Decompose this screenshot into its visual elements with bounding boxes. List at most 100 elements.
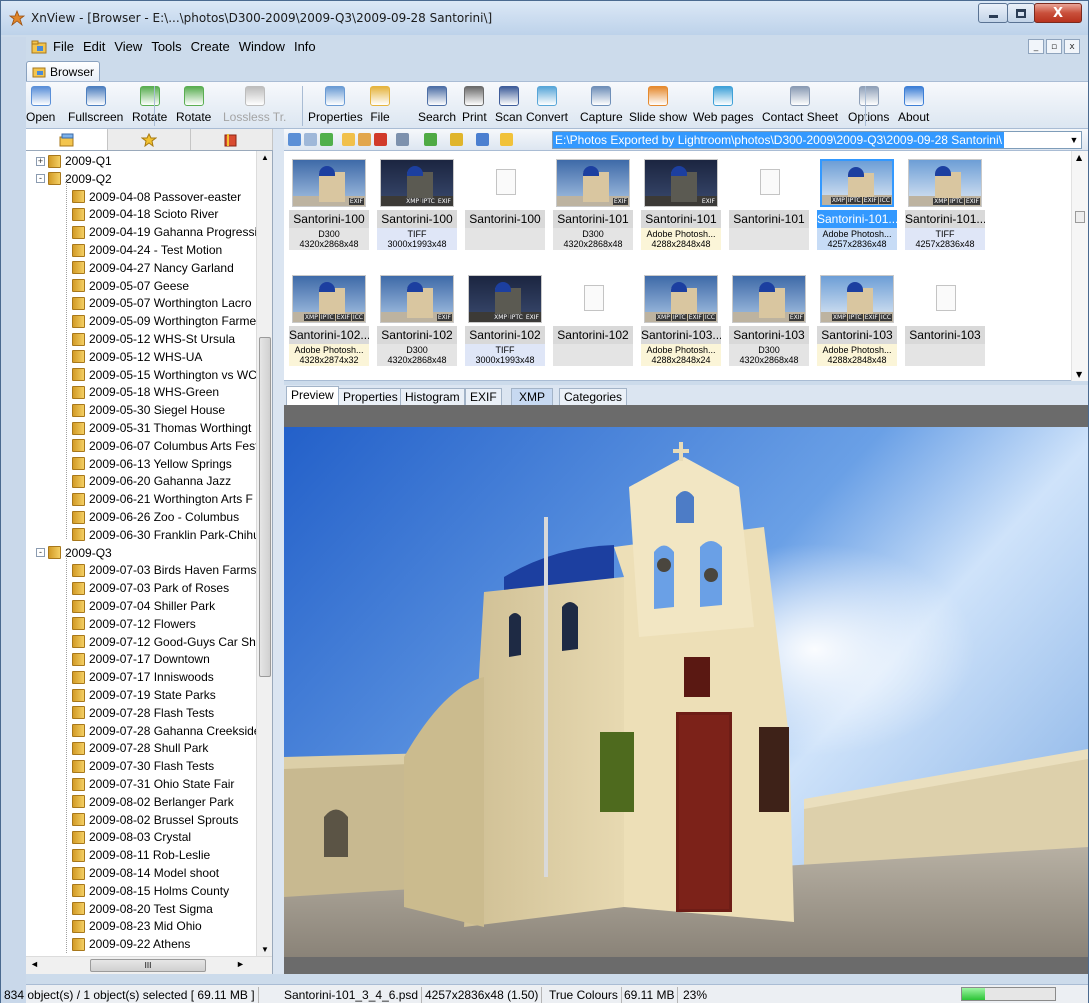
tree-folder-item[interactable]: 2009-08-03 Crystal: [72, 828, 191, 846]
scroll-left-icon[interactable]: ◄: [30, 959, 39, 969]
thumbnail-scroll-thumb[interactable]: [1075, 211, 1085, 223]
tree-folder-item[interactable]: 2009-08-14 Model shoot: [72, 864, 219, 882]
toolbar-convert-button[interactable]: Convert: [526, 84, 568, 128]
thumbnail-card[interactable]: Santorini-103: [902, 267, 988, 377]
tree-folder-item[interactable]: 2009-07-30 Flash Tests: [72, 757, 214, 775]
address-bar[interactable]: E:\Photos Exported by Lightroom\photos\D…: [552, 131, 1082, 149]
thumbnail-card[interactable]: XMP IPTC EXIF ICC Santorini-103 Adobe Photosh…: [814, 267, 900, 377]
toolbar-about-button[interactable]: About: [898, 84, 929, 128]
toolbar-webpages-button[interactable]: Web pages: [693, 84, 754, 128]
thumbnail-card[interactable]: XMP IPTC EXIF ICC Santorini-103... Adobe Phot…: [638, 267, 724, 377]
tree-folder-item[interactable]: 2009-05-12 WHS-UA: [72, 348, 202, 366]
tree-folder-item[interactable]: 2009-05-15 Worthington vs WC: [72, 366, 257, 384]
tree-folder-item[interactable]: 2009-05-12 WHS-St Ursula: [72, 330, 235, 348]
thumbnail-card[interactable]: Santorini-102: [550, 267, 636, 377]
tree-folder-item[interactable]: 2009-04-08 Passover-easter: [72, 188, 241, 206]
thumbnail-card[interactable]: EXIF Santorini-103 D300 4320x2868x48: [726, 267, 812, 377]
toolbar-lossless-transform-button[interactable]: Lossless Tr.: [223, 84, 286, 128]
tree-folder-item[interactable]: 2009-04-19 Gahanna Progressiv: [72, 223, 263, 241]
toolbar-open-button[interactable]: Open: [26, 84, 55, 128]
tree-horizontal-scrollbar[interactable]: ◄ III ►: [26, 956, 272, 974]
collapse-icon[interactable]: -: [36, 174, 45, 184]
toolbar-properties-button[interactable]: Properties: [308, 84, 363, 128]
menu-file[interactable]: File: [53, 39, 74, 54]
up-folder-icon[interactable]: [320, 133, 333, 146]
thumbnail-card[interactable]: XMP IPTC EXIF Santorini-101... TIFF 4257x2836…: [902, 151, 988, 261]
scroll-down-icon[interactable]: ▼: [261, 945, 269, 954]
tree-folder-item[interactable]: 2009-07-04 Shiller Park: [72, 597, 215, 615]
menu-edit[interactable]: Edit: [83, 39, 105, 54]
tree-folder-item[interactable]: 2009-07-28 Shull Park: [72, 739, 208, 757]
thumbnail-card[interactable]: EXIF Santorini-100 D300 4320x2868x48: [286, 151, 372, 261]
tree-folder-item[interactable]: 2009-07-28 Gahanna Creekside: [72, 722, 260, 740]
tab-categories[interactable]: [191, 129, 273, 150]
refresh-icon[interactable]: [476, 133, 489, 146]
tree-scroll-thumb[interactable]: [259, 337, 271, 677]
thumbnail-card[interactable]: EXIF Santorini-101 D300 4320x2868x48: [550, 151, 636, 261]
tree-folder-item[interactable]: 2009-05-07 Geese: [72, 277, 189, 295]
forward-icon[interactable]: [304, 133, 317, 146]
tree-hscroll-thumb[interactable]: III: [90, 959, 206, 972]
tree-folder-item[interactable]: 2009-06-26 Zoo - Columbus: [72, 508, 239, 526]
menu-view[interactable]: View: [114, 39, 142, 54]
thumbnail-card[interactable]: Santorini-101: [726, 151, 812, 261]
menu-create[interactable]: Create: [191, 39, 230, 54]
tree-folder-item[interactable]: 2009-04-24 - Test Motion: [72, 241, 222, 259]
tree-folder-item[interactable]: 2009-08-02 Berlanger Park: [72, 793, 234, 811]
tree-folder-item[interactable]: 2009-05-07 Worthington Lacro: [72, 294, 252, 312]
tree-folder-item[interactable]: 2009-08-15 Holms County: [72, 882, 229, 900]
scroll-down-icon[interactable]: ▼: [1076, 370, 1082, 379]
thumbnail-card[interactable]: EXIF Santorini-101 Adobe Photosh... 4288x28…: [638, 151, 724, 261]
toolbar-scan-button[interactable]: Scan: [495, 84, 522, 128]
toolbar-rotate-left-button[interactable]: Rotate: [132, 84, 167, 128]
menu-window[interactable]: Window: [239, 39, 285, 54]
back-icon[interactable]: [288, 133, 301, 146]
toolbar-options-button[interactable]: Options: [848, 84, 889, 128]
maximize-button[interactable]: [1007, 3, 1035, 23]
tab-properties[interactable]: Properties: [338, 388, 403, 405]
scroll-up-icon[interactable]: ▲: [1076, 153, 1082, 162]
tree-folder-item[interactable]: 2009-06-20 Gahanna Jazz: [72, 472, 231, 490]
panel-splitter[interactable]: [273, 129, 284, 974]
thumbnail-scrollbar[interactable]: ▲ ▼: [1071, 151, 1088, 381]
tree-folder-item[interactable]: 2009-05-30 Siegel House: [72, 401, 225, 419]
expand-icon[interactable]: +: [36, 156, 45, 166]
mdi-close-button[interactable]: x: [1064, 39, 1080, 54]
thumbnail-card[interactable]: XMP IPTC EXIF ICC Santorini-101... Adobe Phot…: [814, 151, 900, 261]
tree-node-2009-q1[interactable]: +2009-Q1: [36, 152, 112, 170]
thumbnail-card[interactable]: XMP IPTC EXIF Santorini-102 TIFF 3000x1993x48: [462, 267, 548, 377]
tree-vertical-scrollbar[interactable]: ▲ ▼: [256, 151, 272, 956]
filter-icon[interactable]: [450, 133, 463, 146]
title-bar[interactable]: XnView - [Browser - E:\...\photos\D300-2…: [1, 1, 1088, 35]
scroll-up-icon[interactable]: ▲: [261, 153, 269, 162]
sort-icon[interactable]: [424, 133, 437, 146]
close-button[interactable]: X: [1034, 3, 1082, 23]
toolbar-file-button[interactable]: File: [370, 84, 390, 128]
tab-xmp[interactable]: XMP: [511, 388, 553, 405]
tree-node-2009-q2[interactable]: - 2009-Q2: [36, 170, 112, 188]
chevron-down-icon[interactable]: ▼: [1067, 132, 1081, 148]
tree-folder-item[interactable]: 2009-07-03 Park of Roses: [72, 579, 229, 597]
tree-folder-item[interactable]: 2009-05-18 WHS-Green: [72, 383, 219, 401]
favorite-star-icon[interactable]: [500, 133, 513, 146]
toolbar-search-button[interactable]: Search: [418, 84, 456, 128]
tree-folder-item[interactable]: 2009-06-13 Yellow Springs: [72, 455, 232, 473]
tree-folder-item[interactable]: 2009-08-11 Rob-Leslie: [72, 846, 210, 864]
tree-folder-item[interactable]: 2009-07-28 Flash Tests: [72, 704, 214, 722]
thumbnail-card[interactable]: XMP IPTC EXIF Santorini-100 TIFF 3000x1993x48: [374, 151, 460, 261]
tree-folder-item[interactable]: 2009-04-27 Nancy Garland: [72, 259, 234, 277]
tree-folder-item[interactable]: 2009-08-20 Test Sigma: [72, 900, 213, 918]
tree-folder-item[interactable]: 2009-08-02 Brussel Sprouts: [72, 811, 238, 829]
tab-histogram[interactable]: Histogram: [400, 388, 465, 405]
toolbar-rotate-right-button[interactable]: Rotate: [176, 84, 211, 128]
toolbar-capture-button[interactable]: Capture: [580, 84, 623, 128]
menu-info[interactable]: Info: [294, 39, 316, 54]
rename-icon[interactable]: [358, 133, 371, 146]
tree-folder-item[interactable]: 2009-06-21 Worthington Arts F: [72, 490, 253, 508]
tab-favorites[interactable]: [108, 129, 191, 150]
tab-browser[interactable]: Browser: [26, 61, 100, 81]
menu-tools[interactable]: Tools: [151, 39, 181, 54]
tree-folder-item[interactable]: 2009-06-30 Franklin Park-Chihu: [72, 526, 260, 544]
tab-preview[interactable]: Preview: [286, 386, 339, 405]
tree-node-2009-q3[interactable]: - 2009-Q3: [36, 544, 112, 562]
